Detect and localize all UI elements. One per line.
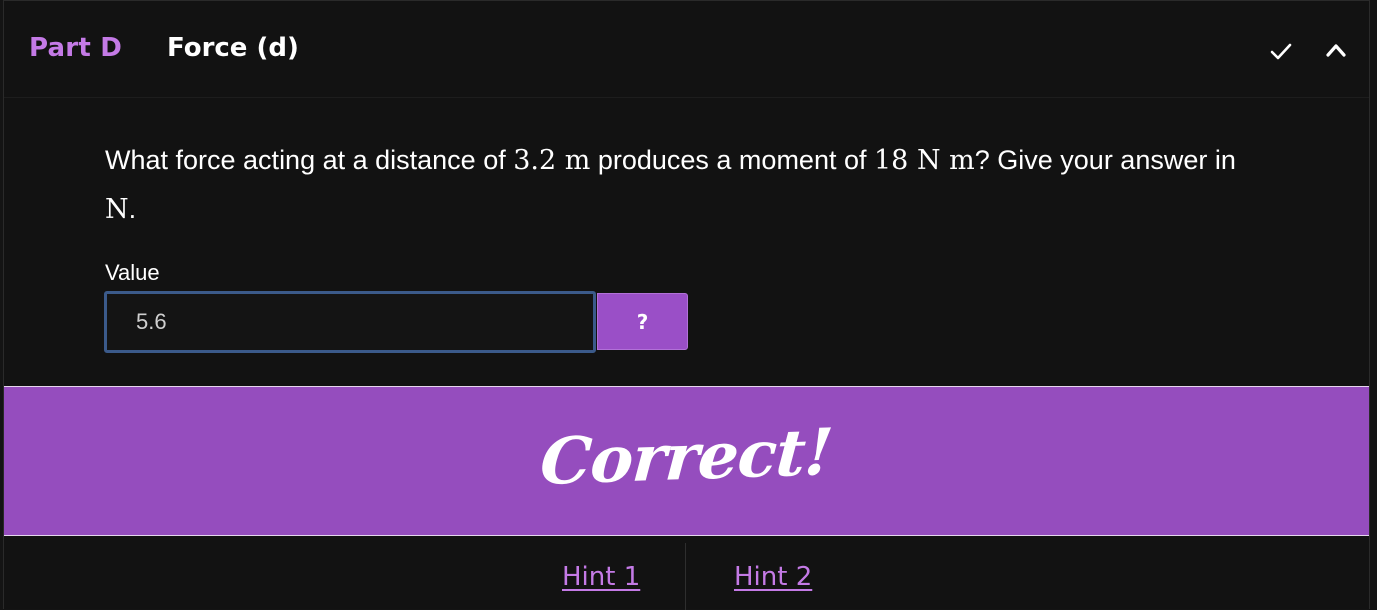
part-header[interactable]: Part D Force (d) [4,1,1369,98]
question-text-1: What force acting at a distance of [105,145,514,175]
question-text-4: . [128,194,137,224]
hint-2-link[interactable]: Hint 2 [734,562,812,592]
hint-divider [685,543,686,610]
part-title: Force (d) [167,33,299,63]
value-input[interactable] [104,291,596,353]
unit-value: N [105,194,129,225]
hint-1-link[interactable]: Hint 1 [562,562,640,592]
question-text-3: ? Give your answer in [974,145,1236,175]
hints-bar: Hint 1 Hint 2 [4,536,1369,610]
correct-banner: Correct! [4,386,1369,536]
help-button[interactable]: ? [597,293,688,350]
value-label: Value [105,260,160,285]
check-icon [1267,37,1295,65]
distance-value: 3.2 m [513,145,591,176]
moment-value: 18 N m [874,145,975,176]
question-part-panel: Part D Force (d) What force acting at a … [3,0,1370,610]
question-text: What force acting at a distance of 3.2 m… [105,136,1245,234]
correct-text: Correct! [538,414,835,500]
part-label: Part D [29,33,122,63]
question-text-2: produces a moment of [590,145,874,175]
chevron-up-icon[interactable] [1322,37,1350,65]
